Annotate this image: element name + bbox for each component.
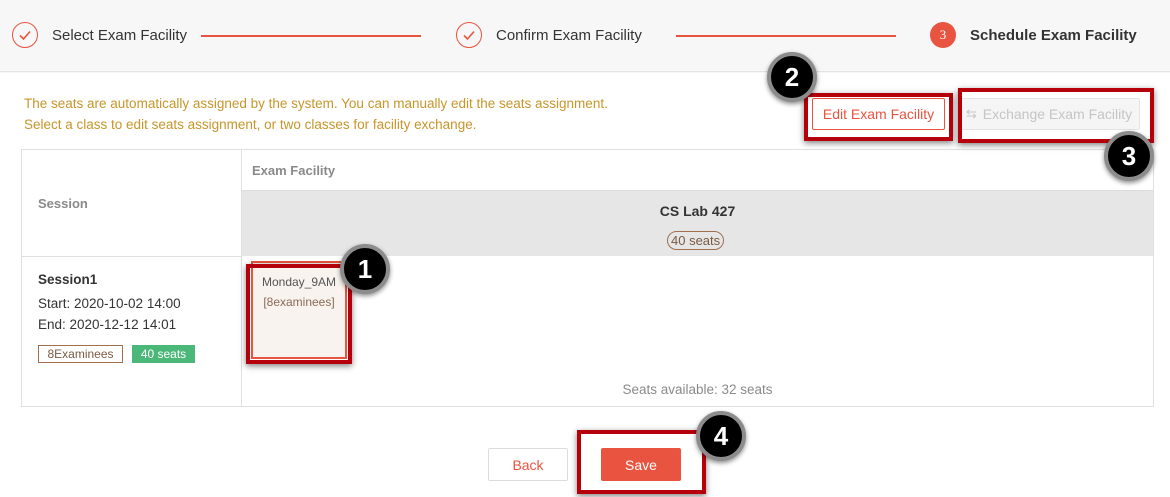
session-column-header: Session [38, 196, 88, 211]
facility-header-cell: CS Lab 427 40 seats [242, 190, 1153, 256]
step-select-exam-facility: Select Exam Facility [12, 22, 187, 48]
facility-name: CS Lab 427 [659, 203, 736, 219]
step-schedule-exam-facility: 3 Schedule Exam Facility [930, 22, 1137, 48]
examinees-tag: 8Examinees [38, 345, 123, 363]
main-content: The seats are automatically assigned by … [0, 73, 1170, 497]
session-name: Session1 [38, 272, 98, 287]
step-connector [201, 35, 421, 37]
class-examinees: [8examinees] [263, 295, 335, 309]
seats-available: Seats available: 32 seats [622, 382, 773, 397]
stepper: Select Exam Facility Confirm Exam Facili… [0, 0, 1170, 72]
edit-exam-facility-button[interactable]: Edit Exam Facility [812, 98, 945, 130]
facility-seats-badge: 40 seats [667, 231, 725, 250]
divider [22, 256, 241, 257]
facility-table: Session Exam Facility CS Lab 427 40 seat… [21, 149, 1154, 407]
session-end: End: 2020-12-12 14:01 [38, 317, 177, 332]
exchange-icon: ⇆ [965, 106, 977, 121]
session-start: Start: 2020-10-02 14:00 [38, 296, 181, 311]
exchange-exam-facility-button[interactable]: ⇆ Exchange Exam Facility [958, 98, 1140, 130]
class-card-monday-9am[interactable]: Monday_9AM [8examinees] [251, 261, 347, 359]
save-button[interactable]: Save [601, 448, 681, 481]
info-line: The seats are automatically assigned by … [24, 96, 608, 111]
callout-badge-4: 4 [696, 411, 746, 461]
seats-tag: 40 seats [132, 345, 195, 363]
step-number: 3 [930, 22, 956, 48]
info-line: Select a class to edit seats assignment,… [24, 117, 477, 132]
class-name: Monday_9AM [261, 275, 337, 289]
check-icon [12, 22, 38, 48]
back-button[interactable]: Back [488, 448, 568, 481]
divider [241, 150, 242, 406]
info-message: The seats are automatically assigned by … [24, 93, 608, 135]
step-label: Schedule Exam Facility [970, 26, 1137, 44]
step-confirm-exam-facility: Confirm Exam Facility [456, 22, 642, 48]
step-label: Select Exam Facility [52, 26, 188, 44]
facility-column-header: Exam Facility [252, 163, 336, 178]
step-label: Confirm Exam Facility [496, 26, 642, 44]
step-connector [676, 35, 896, 37]
check-icon [456, 22, 482, 48]
callout-badge-3: 3 [1104, 131, 1154, 181]
callout-badge-1: 1 [340, 244, 390, 294]
callout-badge-2: 2 [767, 52, 817, 102]
exchange-label: Exchange Exam Facility [982, 106, 1133, 122]
